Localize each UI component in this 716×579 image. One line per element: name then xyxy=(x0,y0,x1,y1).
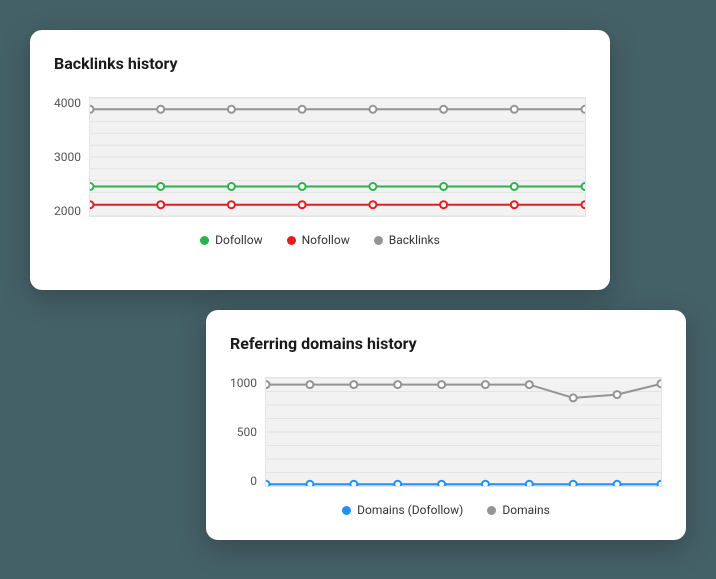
data-point xyxy=(570,394,577,401)
data-point xyxy=(440,201,447,208)
y-tick: 3000 xyxy=(54,151,81,163)
data-point xyxy=(581,106,585,113)
data-point xyxy=(369,183,376,190)
plot xyxy=(89,97,586,217)
legend-item-nofollow: Nofollow xyxy=(287,233,350,247)
legend-label: Dofollow xyxy=(215,233,262,247)
legend-item-dofollow: Dofollow xyxy=(200,233,262,247)
data-point xyxy=(394,381,401,388)
data-point xyxy=(614,481,621,486)
circle-icon xyxy=(342,506,351,515)
chart-area: 1000 500 0 xyxy=(230,377,662,487)
y-tick: 1000 xyxy=(230,377,257,389)
data-point xyxy=(157,183,164,190)
legend-item-domains-dofollow: Domains (Dofollow) xyxy=(342,503,463,517)
legend-label: Domains xyxy=(502,503,550,517)
data-point xyxy=(482,481,489,486)
circle-icon xyxy=(487,506,496,515)
data-point xyxy=(306,381,313,388)
data-point xyxy=(482,381,489,388)
data-point xyxy=(228,106,235,113)
legend: Domains (Dofollow) Domains xyxy=(230,503,662,517)
data-point xyxy=(228,201,235,208)
data-point xyxy=(157,106,164,113)
data-point xyxy=(511,201,518,208)
data-point xyxy=(657,380,661,387)
data-point xyxy=(299,106,306,113)
y-axis: 4000 3000 2000 xyxy=(54,97,89,217)
data-point xyxy=(90,201,94,208)
referring-domains-history-card: Referring domains history 1000 500 0 Dom… xyxy=(206,310,686,540)
chart-svg xyxy=(90,98,585,216)
data-point xyxy=(350,481,357,486)
data-point xyxy=(157,201,164,208)
data-point xyxy=(440,183,447,190)
data-point xyxy=(526,481,533,486)
legend-label: Nofollow xyxy=(302,233,350,247)
data-point xyxy=(299,183,306,190)
y-tick: 500 xyxy=(237,426,257,438)
data-point xyxy=(369,201,376,208)
data-point xyxy=(581,183,585,190)
series-line xyxy=(266,384,661,398)
data-point xyxy=(306,481,313,486)
data-point xyxy=(228,183,235,190)
circle-icon xyxy=(287,236,296,245)
chart-area: 4000 3000 2000 xyxy=(54,97,586,217)
data-point xyxy=(614,391,621,398)
data-point xyxy=(266,481,270,486)
data-point xyxy=(90,106,94,113)
data-point xyxy=(394,481,401,486)
data-point xyxy=(350,381,357,388)
data-point xyxy=(266,381,270,388)
legend-label: Domains (Dofollow) xyxy=(357,503,463,517)
data-point xyxy=(511,106,518,113)
data-point xyxy=(438,481,445,486)
y-tick: 2000 xyxy=(54,205,81,217)
y-tick: 0 xyxy=(250,475,257,487)
y-axis: 1000 500 0 xyxy=(230,377,265,487)
legend: Dofollow Nofollow Backlinks xyxy=(54,233,586,247)
data-point xyxy=(440,106,447,113)
backlinks-history-card: Backlinks history 4000 3000 2000 Dofollo… xyxy=(30,30,610,290)
data-point xyxy=(438,381,445,388)
card-title: Referring domains history xyxy=(230,334,662,353)
y-tick: 4000 xyxy=(54,97,81,109)
chart-svg xyxy=(266,378,661,486)
legend-label: Backlinks xyxy=(389,233,440,247)
data-point xyxy=(511,183,518,190)
data-point xyxy=(657,481,661,486)
data-point xyxy=(581,201,585,208)
data-point xyxy=(90,183,94,190)
data-point xyxy=(369,106,376,113)
legend-item-backlinks: Backlinks xyxy=(374,233,440,247)
data-point xyxy=(299,201,306,208)
card-title: Backlinks history xyxy=(54,54,586,73)
data-point xyxy=(570,481,577,486)
legend-item-domains: Domains xyxy=(487,503,550,517)
circle-icon xyxy=(374,236,383,245)
circle-icon xyxy=(200,236,209,245)
data-point xyxy=(526,381,533,388)
plot xyxy=(265,377,662,487)
